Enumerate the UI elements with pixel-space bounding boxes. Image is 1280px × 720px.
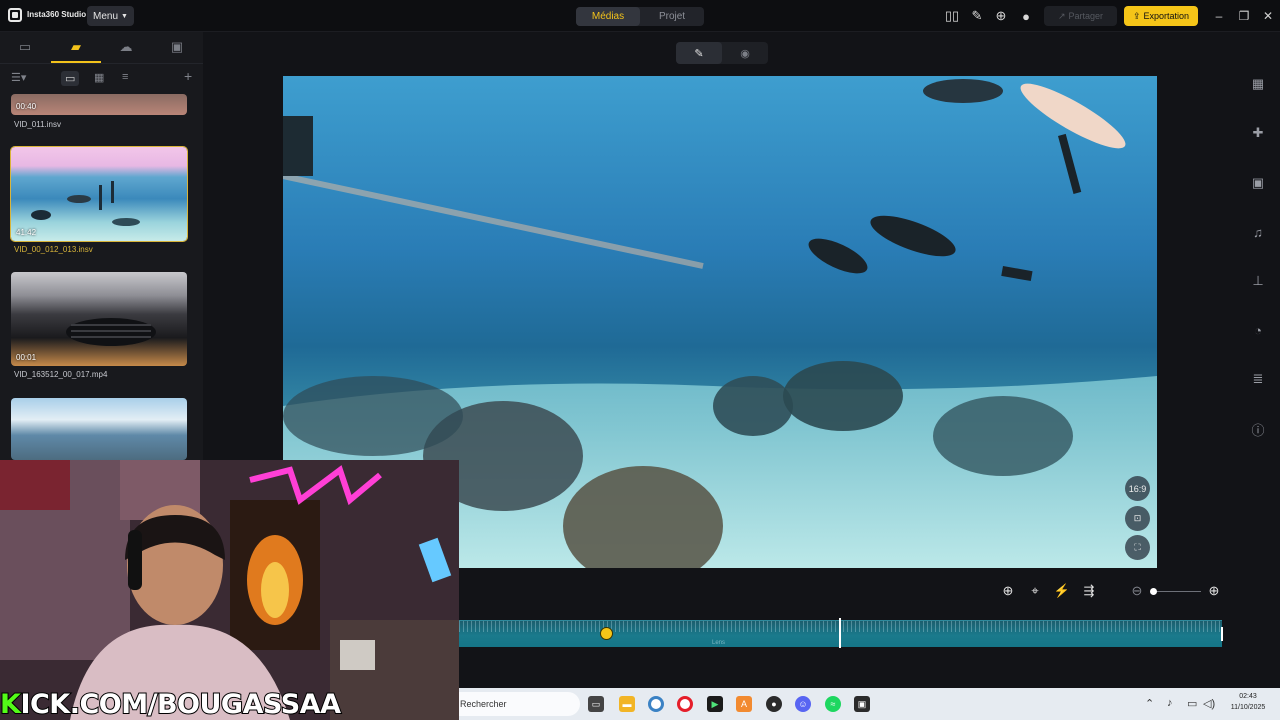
export-button[interactable]: ⇪ Exportation [1124, 6, 1198, 26]
sort-icon[interactable]: ☰▾ [11, 71, 26, 84]
obs-icon[interactable]: ● [766, 696, 782, 712]
share-icon: ↗ [1057, 10, 1066, 21]
insta360-logo-icon [8, 8, 22, 22]
fullscreen-icon[interactable]: ⛶ [1125, 535, 1150, 560]
task-view-icon[interactable]: ▭ [588, 696, 604, 712]
tray-chevron-icon[interactable]: ⌃ [1145, 697, 1154, 710]
zoom-slider-track[interactable] [1153, 591, 1201, 592]
tab-projet[interactable]: Projet [640, 7, 704, 26]
stamp-icon[interactable]: ⊥ [1250, 273, 1266, 289]
active-tab-underline [51, 61, 101, 63]
view-mode-toggle: ✎ ◉ [676, 42, 768, 64]
clip-thumbnail[interactable]: 41:42 [10, 146, 188, 242]
taskbar-search-input[interactable]: Rechercher [459, 692, 580, 716]
folder-icon[interactable]: ▰ [67, 39, 85, 55]
zoom-out-icon[interactable]: ⊖ [1129, 583, 1145, 599]
streamer-webcam-image [0, 460, 459, 720]
clip-duration: 41:42 [16, 228, 37, 237]
terminal-icon[interactable]: ▶ [707, 696, 723, 712]
maximize-icon[interactable]: ❐ [1236, 8, 1252, 24]
close-icon[interactable]: ✕ [1260, 8, 1276, 24]
clip-thumbnail[interactable]: 00:01 [11, 272, 187, 366]
export-icon: ⇪ [1132, 10, 1141, 21]
add-keyframe-icon[interactable]: ⊕ [1000, 583, 1016, 599]
spotify-icon[interactable]: ≈ [825, 696, 841, 712]
timeline-end-marker[interactable] [1221, 627, 1223, 641]
aspect-ratio-label: 16:9 [1128, 483, 1147, 494]
ai-magic-icon[interactable]: ⚡ [1054, 583, 1070, 599]
edit-icon[interactable]: ✎ [676, 42, 722, 64]
kick-logo-letter: K [0, 688, 22, 720]
clip-duration: 00:40 [16, 102, 37, 111]
clip-duration: 00:01 [16, 353, 37, 362]
cloud-icon[interactable]: ☁ [117, 39, 135, 55]
menu-label: Menu [93, 10, 119, 22]
kick-channel-overlay: KICK.COM/BOUGASSAA [0, 688, 342, 720]
microphone-icon[interactable]: ♪ [1167, 697, 1173, 709]
clip-preview-image [66, 318, 156, 346]
mode-tabs: Médias Projet [576, 7, 704, 26]
clip-name[interactable]: VID_011.insv [14, 120, 61, 129]
app-icon[interactable]: A [736, 696, 752, 712]
tab-medias[interactable]: Médias [576, 7, 640, 26]
clip-name[interactable]: VID_163512_00_017.mp4 [14, 370, 107, 379]
edit-note-icon[interactable]: ✎ [969, 8, 985, 24]
chevron-down-icon: ▼ [121, 12, 128, 20]
reframe-icon[interactable]: ▣ [1250, 175, 1266, 191]
zoom-in-icon[interactable]: ⊕ [1206, 583, 1222, 599]
menu-button[interactable]: Menu ▼ [87, 6, 134, 26]
kick-channel-text: KICK.COM/BOUGASSAA [0, 688, 342, 720]
add-media-icon[interactable]: + [184, 68, 192, 84]
info-icon[interactable]: ⓘ [1250, 421, 1266, 438]
title-bar: Insta360 Studio Menu ▼ Médias Projet ▯▯ ✎… [0, 0, 1280, 32]
currency-icon[interactable]: ⊕ [993, 8, 1009, 24]
puzzle-icon[interactable]: ✚ [1250, 125, 1266, 141]
playhead[interactable] [839, 618, 841, 648]
share-label: Partager [1068, 11, 1104, 21]
webcam-overlay [0, 460, 459, 720]
insta360-taskbar-icon[interactable]: ▣ [854, 696, 870, 712]
windows-taskbar: Rechercher ▭ ▬ ▶ A ● ☺ ≈ ▣ ⌃ ♪ ▭ ◁) [459, 688, 1280, 720]
keyframe-marker[interactable] [600, 627, 613, 640]
discord-icon[interactable]: ☺ [795, 696, 811, 712]
large-thumb-view-icon[interactable]: ▭ [61, 71, 80, 86]
clock-time: 02:43 [1239, 693, 1257, 700]
volume-icon[interactable]: ◁) [1203, 697, 1215, 710]
clip-name[interactable]: VID_00_012_013.insv [14, 245, 93, 254]
display-icon[interactable]: ▭ [1187, 697, 1197, 710]
list-view-icon[interactable]: ≡ [122, 71, 128, 83]
minimize-icon[interactable]: – [1211, 8, 1227, 24]
track-label: Lens [712, 640, 726, 646]
library-tabs: ▭ ▰ ☁ ▣ [0, 32, 203, 64]
chrome-icon[interactable] [648, 696, 664, 712]
track-subject-icon[interactable]: ⌖ [1027, 583, 1043, 599]
right-tool-rail: ▦ ✚ ▣ ♫ ⊥ ◔ ≣ ⓘ [1236, 32, 1280, 688]
zoom-slider-knob[interactable] [1150, 588, 1157, 595]
import-folder-icon[interactable]: ▣ [168, 39, 186, 55]
layers-icon[interactable]: ≣ [1250, 371, 1266, 387]
grid-view-icon[interactable]: ▦ [94, 71, 104, 84]
export-label: Exportation [1143, 11, 1190, 21]
share-button[interactable]: ↗ Partager [1044, 6, 1117, 26]
clip-thumbnail[interactable] [11, 398, 187, 460]
user-icon[interactable]: ● [1018, 8, 1034, 24]
clock-date: 11/10/2025 [1230, 704, 1266, 711]
opera-icon[interactable] [677, 696, 693, 712]
clip-preview-image [31, 181, 140, 226]
crop-icon[interactable]: ⊡ [1125, 506, 1150, 531]
speed-ramp-icon[interactable]: ⇶ [1081, 583, 1097, 599]
audio-icon[interactable]: ♫ [1250, 224, 1266, 240]
app-name: Insta360 Studio [27, 10, 87, 19]
aspect-ratio-button[interactable]: 16:9 [1125, 476, 1150, 501]
file-explorer-icon[interactable]: ▬ [619, 696, 635, 712]
taskbar-clock[interactable]: 02:43 11/10/2025 [1222, 691, 1274, 713]
gauge-icon[interactable]: ◔ [1250, 322, 1266, 338]
eye-icon[interactable]: ◉ [722, 42, 768, 64]
clip-thumbnail[interactable]: 00:40 [11, 94, 187, 115]
device-icon[interactable]: ▭ [16, 39, 34, 55]
film-icon[interactable]: ▦ [1250, 76, 1266, 92]
book-icon[interactable]: ▯▯ [944, 8, 960, 24]
